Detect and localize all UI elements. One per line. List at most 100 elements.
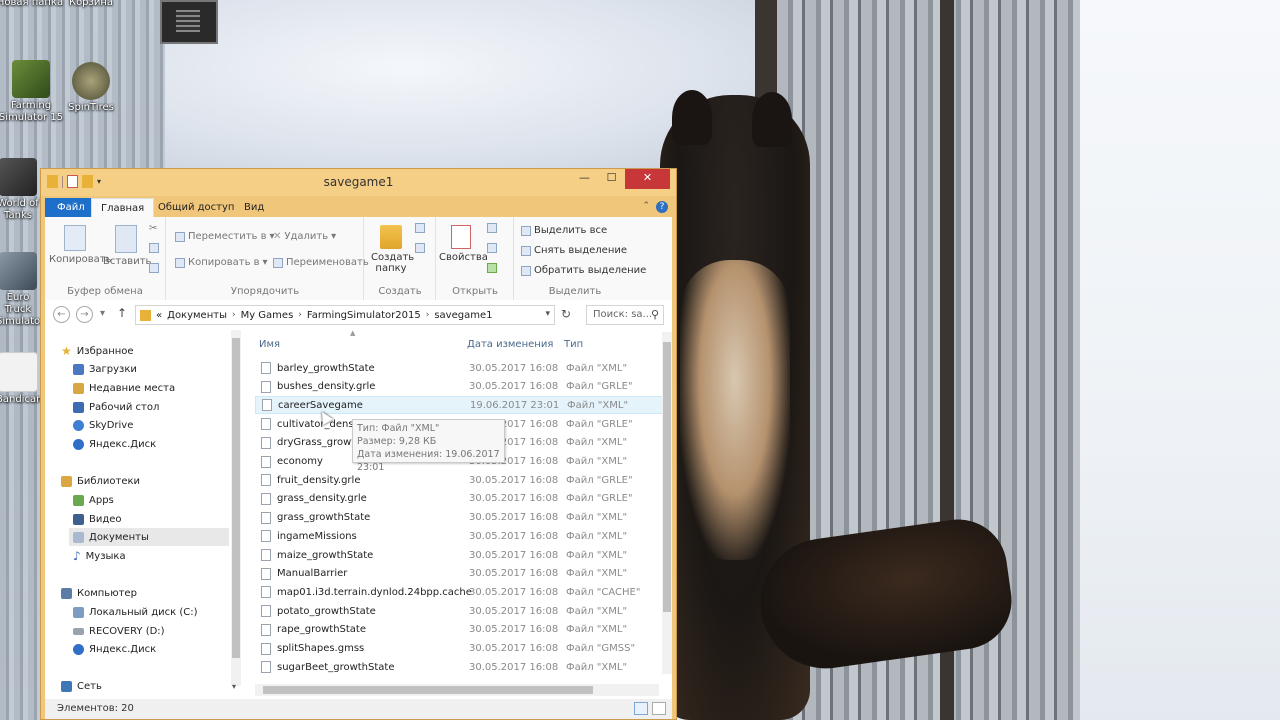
calculator-icon[interactable] (160, 0, 218, 44)
up-arrow-icon[interactable]: ↑ (117, 306, 127, 320)
address-row: ← → ▾ ↑ « Документы › My Games › Farming… (45, 300, 672, 330)
nav-drive-d[interactable]: RECOVERY (D:) (73, 622, 165, 640)
nav-music[interactable]: ♪ Музыка (73, 547, 126, 565)
desktop-icon-world-of-tanks[interactable]: World of Tanks (0, 158, 40, 222)
breadcrumb-my-games[interactable]: My Games (241, 310, 294, 321)
recent-locations-icon[interactable]: ▾ (100, 308, 105, 319)
file-icon (261, 623, 271, 636)
breadcrumb-documents[interactable]: Документы (167, 310, 227, 321)
rename-button[interactable]: Переименовать (273, 257, 369, 268)
file-name: map01.i3d.terrain.dynlod.24bpp.cache (277, 586, 472, 598)
file-row[interactable]: map01.i3d.terrain.dynlod.24bpp.cache 30.0… (255, 583, 663, 601)
nav-desktop[interactable]: Рабочий стол (73, 398, 159, 416)
file-row[interactable]: ManualBarrier 30.05.2017 16:08 Файл "XML" (255, 565, 663, 583)
nav-network[interactable]: Сеть (61, 677, 102, 695)
breadcrumb-farmingsimulator[interactable]: FarmingSimulator2015 (307, 310, 421, 321)
close-button[interactable]: ✕ (625, 169, 670, 189)
file-scrollbar[interactable] (662, 332, 672, 674)
column-header-name[interactable]: Имя (259, 339, 280, 350)
nav-yandex-disk[interactable]: Яндекс.Диск (73, 435, 156, 453)
address-dropdown-icon[interactable]: ▾ (545, 309, 550, 319)
edit-icon[interactable] (487, 243, 497, 253)
new-item-icon[interactable] (415, 223, 425, 233)
column-header-date[interactable]: Дата изменения (467, 339, 553, 350)
file-row[interactable]: sugarBeet_growthState 30.05.2017 16:08 Фай… (255, 658, 663, 676)
desktop-icon-recycle-bin[interactable]: Корзина (56, 0, 126, 9)
breadcrumb-separator-icon[interactable]: › (298, 310, 302, 320)
delete-button[interactable]: ✕ Удалить ▾ (273, 231, 336, 242)
column-header-type[interactable]: Тип (564, 339, 583, 350)
back-button[interactable]: ← (53, 306, 70, 323)
file-row[interactable]: grass_growthState 30.05.2017 16:08 Файл "X… (255, 509, 663, 527)
desktop-icon-spintires[interactable]: SpinTires (56, 62, 126, 114)
file-row[interactable]: ingameMissions 30.05.2017 16:08 Файл "XML" (255, 527, 663, 545)
nav-label: Apps (89, 494, 114, 506)
properties-button[interactable]: Свойства (439, 225, 488, 263)
rename-label: Переименовать (286, 257, 369, 268)
new-folder-button[interactable]: Создать папку (371, 225, 414, 274)
copy-path-icon[interactable] (149, 243, 159, 253)
tab-file[interactable]: Файл (45, 198, 97, 217)
file-row[interactable]: careerSavegame 19.06.2017 23:01 Файл "XML" (255, 396, 663, 415)
easy-access-icon[interactable] (415, 243, 425, 253)
ribbon-collapse-icon[interactable]: ⌃ (642, 201, 650, 211)
invert-selection-button[interactable]: Обратить выделение (521, 265, 646, 276)
nav-yandex-disk-computer[interactable]: Яндекс.Диск (73, 640, 156, 658)
breadcrumb-savegame1[interactable]: savegame1 (434, 310, 492, 321)
nav-recent-places[interactable]: Недавние места (73, 379, 175, 397)
tab-view[interactable]: Вид (235, 198, 273, 217)
nav-favorites[interactable]: ★ Избранное (61, 342, 134, 360)
nav-computer[interactable]: Компьютер (61, 584, 137, 602)
help-icon[interactable]: ? (656, 201, 668, 213)
tab-share[interactable]: Общий доступ (149, 198, 243, 217)
large-icons-view-button[interactable] (652, 702, 666, 715)
nav-drive-c[interactable]: Локальный диск (C:) (73, 603, 198, 621)
bandicam-icon (0, 352, 38, 392)
history-icon[interactable] (487, 263, 497, 273)
desktop-icon-bandicam[interactable]: Bandicam (0, 352, 40, 406)
tooltip-type: Тип: Файл "XML" (357, 423, 440, 434)
nav-scrollbar[interactable] (231, 330, 241, 686)
title-bar[interactable]: ▾ savegame1 — ☐ ✕ (41, 169, 676, 196)
cut-icon[interactable]: ✂ (149, 223, 157, 234)
copy-button[interactable]: Копировать (49, 225, 111, 265)
nav-scrollbar-thumb[interactable] (232, 338, 240, 658)
address-bar[interactable]: « Документы › My Games › FarmingSimulato… (135, 305, 555, 325)
file-row[interactable]: maize_growthState 30.05.2017 16:08 Файл "X… (255, 546, 663, 564)
nav-documents[interactable]: Документы (69, 528, 229, 546)
tab-home[interactable]: Главная (91, 198, 155, 218)
nav-video[interactable]: Видео (73, 510, 122, 528)
file-row[interactable]: barley_growthState 30.05.2017 16:08 Файл "… (255, 359, 663, 377)
details-view-button[interactable] (634, 702, 648, 715)
copy-to-button[interactable]: Копировать в ▾ (175, 257, 268, 268)
file-row[interactable]: potato_growthState 30.05.2017 16:08 Файл "… (255, 602, 663, 620)
horizontal-scrollbar-thumb[interactable] (263, 686, 593, 694)
nav-apps[interactable]: Apps (73, 491, 114, 509)
breadcrumb-separator-icon[interactable]: › (232, 310, 236, 320)
nav-downloads[interactable]: Загрузки (73, 360, 137, 378)
select-all-button[interactable]: Выделить все (521, 225, 607, 236)
select-none-button[interactable]: Снять выделение (521, 245, 627, 256)
nav-scroll-down-icon[interactable]: ▾ (232, 682, 236, 691)
file-row[interactable]: rape_growthState 30.05.2017 16:08 Файл "XM… (255, 621, 663, 639)
search-input[interactable]: Поиск: sa... ⚲ (586, 305, 664, 325)
forward-button[interactable]: → (76, 306, 93, 323)
paste-shortcut-icon[interactable] (149, 263, 159, 273)
breadcrumb-separator-icon[interactable]: › (426, 310, 430, 320)
paste-button[interactable]: Вставить (103, 225, 151, 267)
move-to-button[interactable]: Переместить в ▾ (175, 231, 275, 242)
file-row[interactable]: splitShapes.gmss 30.05.2017 16:08 Файл "GM… (255, 640, 663, 658)
file-row[interactable]: bushes_density.grle 30.05.2017 16:08 Файл … (255, 378, 663, 396)
desktop-icon-euro-truck[interactable]: Euro Truck Simulator (0, 252, 40, 328)
file-scrollbar-thumb[interactable] (663, 342, 671, 612)
refresh-icon[interactable]: ↻ (561, 307, 571, 321)
horizontal-scrollbar[interactable] (255, 684, 659, 696)
maximize-button[interactable]: ☐ (598, 169, 625, 189)
file-row[interactable]: grass_density.grle 30.05.2017 16:08 Файл "… (255, 490, 663, 508)
tank-icon (0, 158, 37, 196)
nav-libraries[interactable]: Библиотеки (61, 472, 140, 490)
nav-skydrive[interactable]: SkyDrive (73, 416, 133, 434)
minimize-button[interactable]: — (571, 169, 598, 189)
breadcrumb-overflow[interactable]: « (156, 310, 162, 321)
open-icon[interactable] (487, 223, 497, 233)
